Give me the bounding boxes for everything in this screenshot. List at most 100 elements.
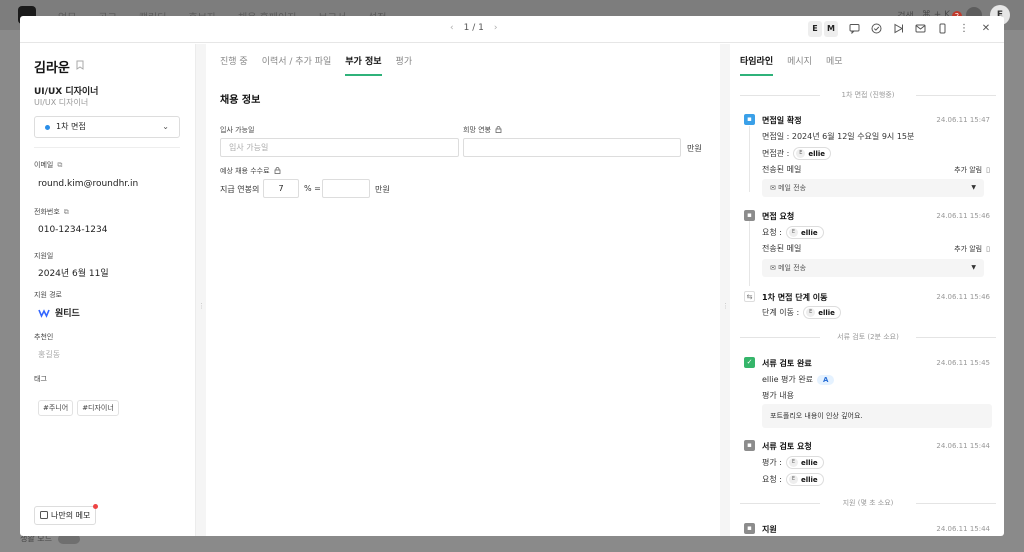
tag-list: #주니어 #디자이너 (38, 400, 119, 416)
applied-date: 2024년 6월 11일 (38, 269, 109, 279)
chevron-down-icon: ⌄ (162, 122, 169, 131)
event-title: 서류 검토 요청 (762, 442, 812, 451)
salary-unit: 만원 (687, 144, 702, 153)
sent-mail-label: 전송된 메일 (762, 244, 802, 253)
event-interviewer-row: 면접관 : Eellie (762, 147, 832, 160)
more-icon[interactable]: ⋮ (958, 23, 970, 35)
tab-resume-files[interactable]: 이력서 / 추가 파일 (262, 54, 332, 76)
application-icon: ▪ (744, 523, 755, 534)
candidate-position: UI/UX 디자이너 (34, 87, 99, 97)
calendar-icon: ▪ (744, 114, 755, 125)
fee-prefix: 지급 연봉의 (220, 185, 260, 194)
user-chip[interactable]: Eellie (785, 226, 824, 239)
start-date-input[interactable]: 입사 가능일 (220, 138, 459, 157)
comment-icon[interactable] (848, 23, 860, 35)
tag-chip[interactable]: #디자이너 (77, 400, 119, 416)
prev-candidate-icon[interactable]: ‹ (450, 23, 454, 33)
memo-icon (40, 510, 48, 521)
mail-icon: ✉ (770, 184, 776, 192)
tags-label: 태그 (34, 375, 47, 383)
event-title: 지원 (762, 525, 777, 534)
memo-button-label: 나만의 메모 (51, 511, 91, 520)
user-avatar-icon: E (788, 228, 798, 237)
timeline-section-divider: 1차 면접 (진행중) (740, 90, 996, 100)
phone-icon[interactable] (936, 23, 948, 35)
lock-icon (495, 125, 502, 135)
user-avatar-icon: E (788, 475, 798, 484)
user-chip-name: ellie (800, 458, 818, 467)
candidate-profile-panel: 김라운 UI/UX 디자이너 UI/UX 디자이너 1차 면접 ⌄ 이메일 ⧉ … (20, 44, 196, 536)
my-memo-button[interactable]: 나만의 메모 (34, 504, 99, 525)
candidate-position-sub: UI/UX 디자이너 (34, 98, 89, 107)
additional-notify-button[interactable]: 추가 알림 ▯ (954, 244, 990, 254)
tab-memo[interactable]: 메모 (826, 54, 843, 76)
additional-notify-label: 추가 알림 (954, 245, 983, 253)
close-icon[interactable]: ✕ (980, 23, 992, 35)
event-time: 24.06.11 15:45 (936, 359, 990, 367)
fee-label-row: 예상 채용 수수료 (220, 166, 281, 176)
tab-evaluation[interactable]: 평가 (396, 54, 413, 76)
fee-percent-sign: % = (304, 184, 321, 193)
eval-text: ellie 평가 완료 (762, 375, 814, 384)
caret-down-icon: ▼ (971, 184, 976, 191)
assignee-badge: E (808, 21, 822, 37)
timeline-panel: 타임라인 메시지 메모 1차 면접 (진행중) ▪ 면접일 확정 24.06.1… (732, 44, 1004, 536)
assignee-badge: M (824, 21, 838, 37)
drag-handle-icon[interactable]: ⋮ (722, 302, 729, 310)
mail-dropdown-label: 메일 전송 (778, 264, 807, 272)
event-evaluator-row: 평가 : Eellie (762, 456, 824, 469)
send-icon[interactable] (892, 23, 904, 35)
calendar-request-icon: ▪ (744, 210, 755, 221)
fee-amount-input[interactable] (322, 179, 370, 198)
user-chip-name: ellie (818, 308, 835, 317)
timeline-section-divider: 지원 (몇 초 소요) (740, 498, 996, 508)
wanted-logo-icon (38, 308, 50, 318)
mail-dropdown[interactable]: ✉ 메일 전송 ▼ (762, 179, 984, 197)
user-chip[interactable]: Eellie (803, 306, 841, 319)
requester-label: 요청 : (762, 475, 782, 484)
fee-label: 예상 채용 수수료 (220, 167, 270, 175)
resize-strip-left[interactable]: ⋮ (196, 44, 206, 536)
user-chip[interactable]: Eellie (785, 473, 824, 486)
salary-input[interactable] (463, 138, 681, 157)
stage-select[interactable]: 1차 면접 ⌄ (34, 116, 180, 138)
memo-unread-dot (93, 504, 99, 509)
user-chip[interactable]: Eellie (785, 456, 824, 469)
stage-value: 1차 면접 (56, 122, 86, 131)
section-title: 채용 정보 (220, 95, 261, 106)
copy-icon[interactable]: ⧉ (57, 161, 62, 170)
tab-timeline[interactable]: 타임라인 (740, 54, 774, 76)
requester-label: 요청 : (762, 228, 782, 237)
tag-chip[interactable]: #주니어 (38, 400, 74, 416)
fee-percent-input[interactable]: 7 (263, 179, 299, 198)
email-value[interactable]: round.kim@roundhr.in (38, 179, 138, 189)
page-indicator: 1 / 1 (463, 23, 484, 33)
source-value-row: 원티드 (38, 306, 80, 319)
check-circle-icon[interactable] (870, 23, 882, 35)
tab-additional-info[interactable]: 부가 정보 (345, 54, 382, 76)
event-time: 24.06.11 15:47 (936, 116, 990, 124)
salary-label: 희망 연봉 (463, 126, 491, 134)
drag-handle-icon[interactable]: ⋮ (198, 302, 205, 310)
additional-notify-button[interactable]: 추가 알림 ▯ (954, 165, 990, 175)
review-complete-icon: ✓ (744, 357, 755, 368)
copy-icon[interactable]: ⧉ (64, 208, 69, 217)
divider (34, 147, 180, 148)
resize-strip-right[interactable]: ⋮ (720, 44, 730, 536)
tab-in-progress[interactable]: 진행 중 (220, 54, 248, 76)
mail-icon: ✉ (770, 264, 776, 272)
user-chip[interactable]: Eellie (793, 147, 832, 160)
mail-icon[interactable] (914, 23, 926, 35)
next-candidate-icon[interactable]: › (494, 23, 498, 33)
email-label: 이메일 (34, 161, 54, 169)
timeline-connector (749, 126, 750, 192)
bookmark-icon[interactable] (76, 60, 84, 73)
assignee-badges[interactable]: E M (808, 21, 838, 37)
header-actions: E M ⋮ ✕ (808, 21, 992, 37)
phone-value[interactable]: 010-1234-1234 (38, 225, 107, 235)
user-avatar-icon: E (806, 308, 816, 317)
mail-dropdown[interactable]: ✉ 메일 전송 ▼ (762, 259, 984, 277)
event-time: 24.06.11 15:46 (936, 293, 990, 301)
modal-header: ‹ 1 / 1 › E M ⋮ ✕ (20, 16, 1004, 43)
tab-messages[interactable]: 메시지 (787, 54, 812, 76)
